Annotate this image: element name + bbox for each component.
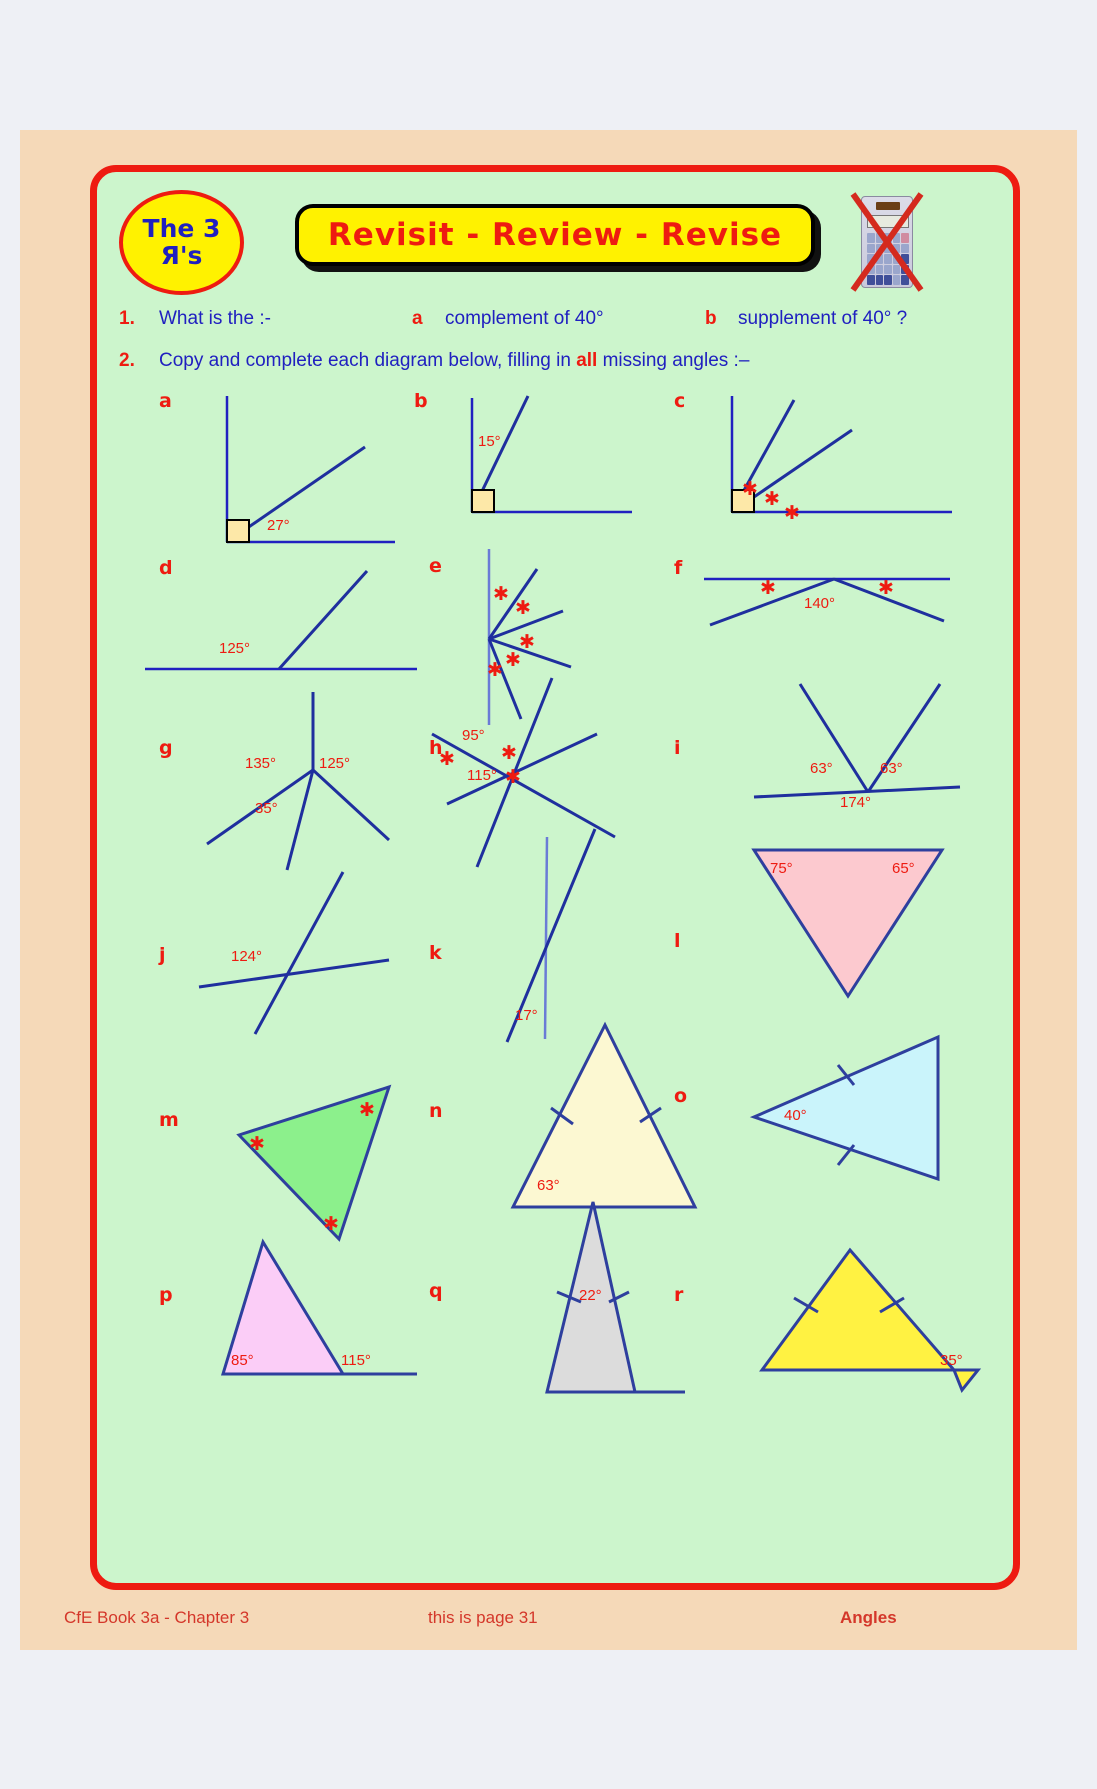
diagram-l-angle-1: 75° bbox=[770, 860, 793, 877]
paper-background: The 3 Я's Revisit - Review - Revise 1. W… bbox=[20, 130, 1077, 1650]
diagram-e-star-3: ✱ bbox=[519, 631, 535, 653]
diagram-h-angle-2: 115° bbox=[467, 767, 497, 784]
diagram-p-angle-2: 115° bbox=[341, 1352, 371, 1369]
badge-line-1: The 3 bbox=[142, 214, 221, 244]
footer-left: CfE Book 3a - Chapter 3 bbox=[64, 1608, 250, 1627]
diagram-o-angle-1: 40° bbox=[784, 1107, 807, 1124]
three-rs-badge: The 3 Я's bbox=[119, 190, 244, 295]
question-2-stem: Copy and complete each diagram below, fi… bbox=[159, 350, 749, 372]
question-1a-letter: a bbox=[412, 308, 423, 329]
footer-right: Angles bbox=[840, 1608, 897, 1627]
diagram-r-figure bbox=[759, 1247, 982, 1393]
diagram-h-star-3: ✱ bbox=[505, 766, 521, 788]
diagram-a: a 27° bbox=[127, 390, 407, 555]
diagram-p: p 85° 115° bbox=[127, 1222, 427, 1422]
question-2-stem-before: Copy and complete each diagram below, fi… bbox=[159, 350, 577, 371]
diagram-g-angle-3: 35° bbox=[255, 800, 278, 817]
diagram-i-angle-1: 63° bbox=[810, 760, 833, 777]
diagram-g-angle-1: 135° bbox=[245, 755, 277, 772]
diagram-d: d 125° bbox=[127, 557, 427, 692]
diagram-m-star-1: ✱ bbox=[249, 1133, 265, 1155]
diagram-f-angle-1: 140° bbox=[804, 595, 836, 612]
diagram-o: o 40° bbox=[642, 1017, 982, 1217]
diagram-b-figure bbox=[470, 395, 632, 514]
diagram-i-angle-2: 63° bbox=[880, 760, 903, 777]
calculator-not-allowed-icon bbox=[847, 190, 927, 295]
diagram-d-figure bbox=[145, 569, 417, 671]
diagram-f-figure bbox=[704, 577, 950, 627]
diagram-b-angle-1: 15° bbox=[478, 433, 501, 450]
diagram-b: b 15° bbox=[382, 390, 662, 555]
diagram-c-star-2: ✱ bbox=[764, 488, 780, 510]
question-1-stem: What is the :- bbox=[159, 308, 271, 329]
diagram-a-angle-1: 27° bbox=[267, 517, 290, 534]
diagram-j-angle-1: 124° bbox=[231, 948, 263, 965]
diagram-p-figure bbox=[220, 1238, 417, 1376]
diagram-e-star-1: ✱ bbox=[493, 583, 509, 605]
diagram-j-figure bbox=[198, 871, 390, 1035]
banner-text: Revisit - Review - Revise bbox=[327, 217, 783, 253]
worksheet-sheet: The 3 Я's Revisit - Review - Revise 1. W… bbox=[90, 165, 1020, 1590]
diagram-p-angle-1: 85° bbox=[231, 1352, 254, 1369]
diagram-m-star-2: ✱ bbox=[359, 1099, 375, 1121]
footer-center: this is page 31 bbox=[428, 1608, 538, 1627]
diagram-f-star-2: ✱ bbox=[878, 577, 894, 599]
diagram-f-star-1: ✱ bbox=[760, 577, 776, 599]
diagram-c-star-3: ✱ bbox=[784, 502, 800, 524]
question-1b-letter: b bbox=[705, 308, 717, 329]
diagram-h-star-1: ✱ bbox=[439, 748, 455, 770]
question-1a-text: complement of 40° bbox=[445, 308, 604, 329]
diagram-l-angle-2: 65° bbox=[892, 860, 915, 877]
revisit-review-revise-banner: Revisit - Review - Revise bbox=[295, 204, 815, 266]
diagram-d-angle-1: 125° bbox=[219, 640, 251, 657]
diagram-e-star-4: ✱ bbox=[505, 649, 521, 671]
question-2-stem-emph: all bbox=[576, 350, 598, 371]
diagram-c-star-1: ✱ bbox=[742, 478, 758, 500]
diagram-c-figure bbox=[730, 396, 952, 514]
question-2-stem-after: missing angles :– bbox=[597, 350, 750, 371]
diagram-l-figure bbox=[751, 848, 945, 999]
diagram-h-angle-1: 95° bbox=[462, 727, 485, 744]
worksheet-page: The 3 Я's Revisit - Review - Revise 1. W… bbox=[0, 0, 1097, 1789]
question-1b-text: supplement of 40° ? bbox=[738, 308, 908, 329]
diagram-m: m ✱ ✱ ✱ bbox=[127, 1047, 427, 1247]
diagram-f: f ✱ ✱ 140° bbox=[642, 557, 972, 677]
diagram-m-figure bbox=[236, 1084, 392, 1242]
diagram-r-angle-1: 35° bbox=[940, 1352, 963, 1369]
diagram-g-angle-2: 125° bbox=[319, 755, 351, 772]
diagram-o-figure bbox=[749, 1034, 940, 1182]
diagram-e-star-2: ✱ bbox=[515, 597, 531, 619]
diagram-c: c ✱ ✱ ✱ bbox=[642, 390, 972, 555]
question-2-number: 2. bbox=[119, 350, 135, 371]
diagram-q-angle-1: 22° bbox=[579, 1287, 602, 1304]
diagram-h-star-2: ✱ bbox=[501, 742, 517, 764]
diagram-r: r 35° bbox=[642, 1222, 982, 1412]
red-cross-icon bbox=[850, 192, 924, 292]
diagram-i-angle-3: 174° bbox=[840, 794, 872, 811]
badge-line-2: Я's bbox=[160, 240, 203, 270]
diagram-j: j 124° bbox=[127, 862, 427, 1042]
diagram-l: l 75° 65° bbox=[642, 812, 982, 1032]
question-1-number: 1. bbox=[119, 308, 135, 329]
